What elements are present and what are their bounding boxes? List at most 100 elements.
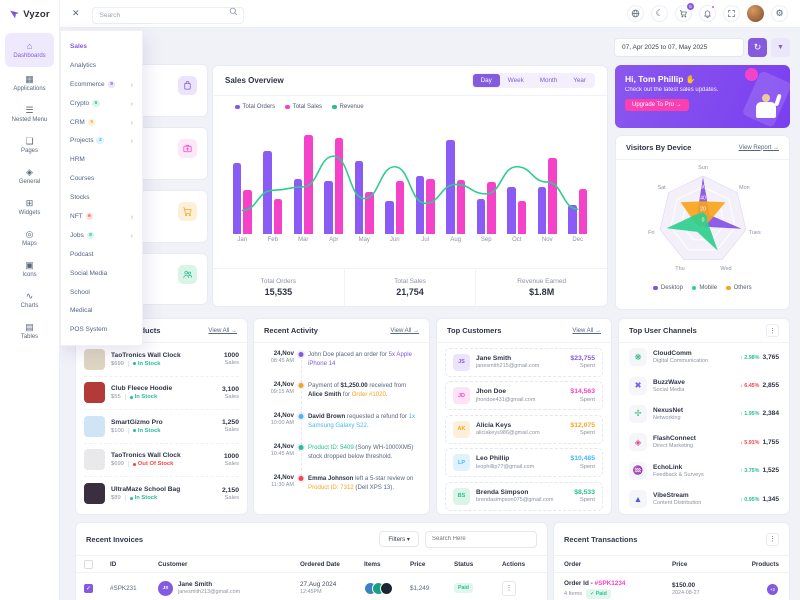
product-sales-count: 1000	[224, 352, 239, 359]
flyout-item[interactable]: Jobs 8 ›	[61, 226, 142, 245]
sidebar-item-icon: ◎	[26, 230, 34, 239]
products-view-all-link[interactable]: View All →	[208, 328, 237, 334]
dark-mode-icon[interactable]: ☾	[651, 5, 668, 22]
close-menu-icon[interactable]: ✕	[72, 8, 80, 19]
invoices-search-input[interactable]	[425, 531, 537, 548]
channel-name: CloudComm	[653, 350, 708, 357]
product-price: $699	[111, 361, 124, 367]
customer-row[interactable]: JS Jane Smith janesmith215@gmail.com $23…	[445, 348, 603, 377]
transactions-table-body: Order Id - #SPK1234 4 Items ✓ Paid $150.…	[554, 573, 789, 600]
sidebar-item[interactable]: ∿ Charts	[5, 286, 54, 315]
col-customer: Customer	[158, 561, 300, 568]
flyout-item[interactable]: NFT 6 ›	[61, 207, 142, 226]
customers-view-all-link[interactable]: View All →	[572, 328, 601, 334]
language-icon[interactable]	[627, 5, 644, 22]
product-row[interactable]: TaoTronics Wall Clock $699 In Stock 1000…	[84, 343, 239, 377]
app-logo[interactable]: Vyzor	[0, 0, 59, 28]
search-input[interactable]	[92, 7, 244, 24]
period-tab[interactable]: Month	[532, 74, 566, 87]
flyout-item[interactable]: School	[61, 283, 142, 302]
row-checkbox[interactable]: ✓	[84, 584, 93, 593]
view-report-link[interactable]: View Report →	[739, 145, 779, 151]
customer-row[interactable]: JD Jhon Doe jhondoe431@gmail.com $14,563…	[445, 381, 603, 410]
activity-item: 24,Nov 10:45 AM Product ID: 5409 (Sony W…	[254, 439, 429, 470]
activity-date: 24,Nov	[262, 350, 294, 357]
stock-status: In Stock	[133, 361, 161, 367]
refresh-button[interactable]: ↻	[748, 38, 767, 57]
flyout-item[interactable]: Projects 4 ›	[61, 131, 142, 150]
sidebar-item[interactable]: ▦ Applications	[5, 69, 54, 98]
transactions-menu-icon[interactable]: ⋮	[766, 533, 779, 546]
user-avatar[interactable]	[747, 5, 764, 22]
flyout-item[interactable]: HRM	[61, 150, 142, 169]
sidebar-item-icon: ❏	[25, 137, 33, 146]
filters-button[interactable]: Filters ▾	[379, 531, 419, 547]
sidebar-item[interactable]: ◎ Maps	[5, 224, 54, 253]
sidebar-item[interactable]: ⌂ Dashboards	[5, 33, 54, 67]
flyout-item[interactable]: Ecommerce 9 ›	[61, 75, 142, 94]
channel-row[interactable]: ▲ VibeStream Content Distribution ↑ 0.95…	[619, 485, 789, 513]
row-actions-icon[interactable]: ⋮	[502, 581, 516, 596]
flyout-item[interactable]: Analytics	[61, 56, 142, 75]
sidebar-item[interactable]: ❏ Pages	[5, 131, 54, 160]
date-range-input[interactable]	[614, 38, 744, 57]
channel-category: Social Media	[653, 387, 685, 393]
period-tab[interactable]: Year	[565, 74, 594, 87]
transaction-row[interactable]: Order Id - #SPK1234 4 Items ✓ Paid $150.…	[554, 573, 789, 600]
flyout-item-label: Analytics	[70, 62, 96, 69]
flyout-item[interactable]: Stocks	[61, 188, 142, 207]
sidebar-item[interactable]: ◈ General	[5, 162, 54, 191]
cart-icon[interactable]: 5	[675, 5, 692, 22]
stat-label: Total Sales	[394, 278, 426, 285]
channel-row[interactable]: ◈ FlashConnect Direct Marketing ↓ 5.91% …	[619, 428, 789, 456]
customer-row[interactable]: AK Alicia Keys aliciakeys986@gmail.com $…	[445, 415, 603, 444]
product-row[interactable]: Club Fleece Hoodie $55 In Stock 3,100 Sa…	[84, 377, 239, 411]
promo-person-body	[756, 102, 776, 118]
sidebar-item-label: General	[19, 179, 40, 185]
customer-row[interactable]: BS Brenda Simpson brendasimpson075@gmail…	[445, 482, 603, 511]
flyout-item[interactable]: Sales	[61, 37, 142, 56]
channel-row[interactable]: ✖ BuzzWave Social Media ↓ 6.45% 2,855	[619, 371, 789, 399]
sidebar-item[interactable]: ☰ Nested Menu	[5, 100, 54, 129]
product-row[interactable]: TaoTronics Wall Clock $699 Out Of Stock …	[84, 444, 239, 478]
flyout-item[interactable]: Crypto 6 ›	[61, 94, 142, 113]
upgrade-to-pro-button[interactable]: Upgrade To Pro →	[625, 99, 689, 111]
settings-gear-icon[interactable]: ⚙	[771, 5, 788, 22]
flyout-item[interactable]: POS System	[61, 320, 142, 339]
sidebar-item[interactable]: ▤ Tables	[5, 317, 54, 346]
product-row[interactable]: SmartGizmo Pro $100 In Stock 1,250 Sales	[84, 410, 239, 444]
sidebar-item-label: Maps	[22, 241, 37, 247]
channel-row[interactable]: ✢ NexusNet Networking ↑ 1.95% 2,384	[619, 400, 789, 428]
sidebar-item-icon: ∿	[26, 292, 34, 301]
product-row[interactable]: UltraMaze School Bag $89 In Stock 2,150 …	[84, 477, 239, 511]
customer-email: aliciakeys986@gmail.com	[476, 430, 540, 436]
filter-dropdown-button[interactable]: ▼	[771, 38, 790, 57]
product-sales-unit: Sales	[224, 461, 239, 467]
svg-text:0: 0	[701, 218, 704, 224]
channel-row[interactable]: ❋ CloudComm Digital Communication ↑ 2.98…	[619, 343, 789, 371]
flyout-item[interactable]: Medical	[61, 301, 142, 320]
period-tab[interactable]: Week	[500, 74, 532, 87]
flyout-item-label: Social Media	[70, 270, 107, 277]
flyout-item[interactable]: Social Media	[61, 264, 142, 283]
svg-text:Sun: Sun	[698, 165, 708, 171]
customer-row[interactable]: LP Leo Phillip leophillip77@gmail.com $1…	[445, 448, 603, 477]
flyout-item[interactable]: Courses	[61, 169, 142, 188]
flyout-item-label: Stocks	[70, 194, 90, 201]
sidebar-item-icon: ☰	[25, 106, 33, 115]
product-sales-count: 2,150	[222, 487, 239, 494]
notifications-icon[interactable]	[699, 5, 716, 22]
activity-view-all-link[interactable]: View All →	[390, 328, 419, 334]
flyout-item[interactable]: CRM 5 ›	[61, 113, 142, 132]
select-all-checkbox[interactable]	[84, 560, 93, 569]
period-tab[interactable]: Day	[473, 74, 500, 87]
invoice-row[interactable]: ✓ #SPK231 JS Jane Smith janesmith213@gma…	[76, 573, 547, 600]
sidebar-item[interactable]: ⊞ Widgets	[5, 193, 54, 222]
flyout-item[interactable]: Podcast	[61, 245, 142, 264]
sidebar-item[interactable]: ▣ Icons	[5, 255, 54, 284]
fullscreen-icon[interactable]	[723, 5, 740, 22]
channel-row[interactable]: ♒ EchoLink Feedback & Surveys ↑ 3.75% 1,…	[619, 457, 789, 485]
channels-menu-icon[interactable]: ⋮	[766, 324, 779, 337]
top-header: ✕ ☾ 5 ⚙	[60, 0, 800, 28]
order-items-count: 4 Items	[564, 591, 582, 597]
